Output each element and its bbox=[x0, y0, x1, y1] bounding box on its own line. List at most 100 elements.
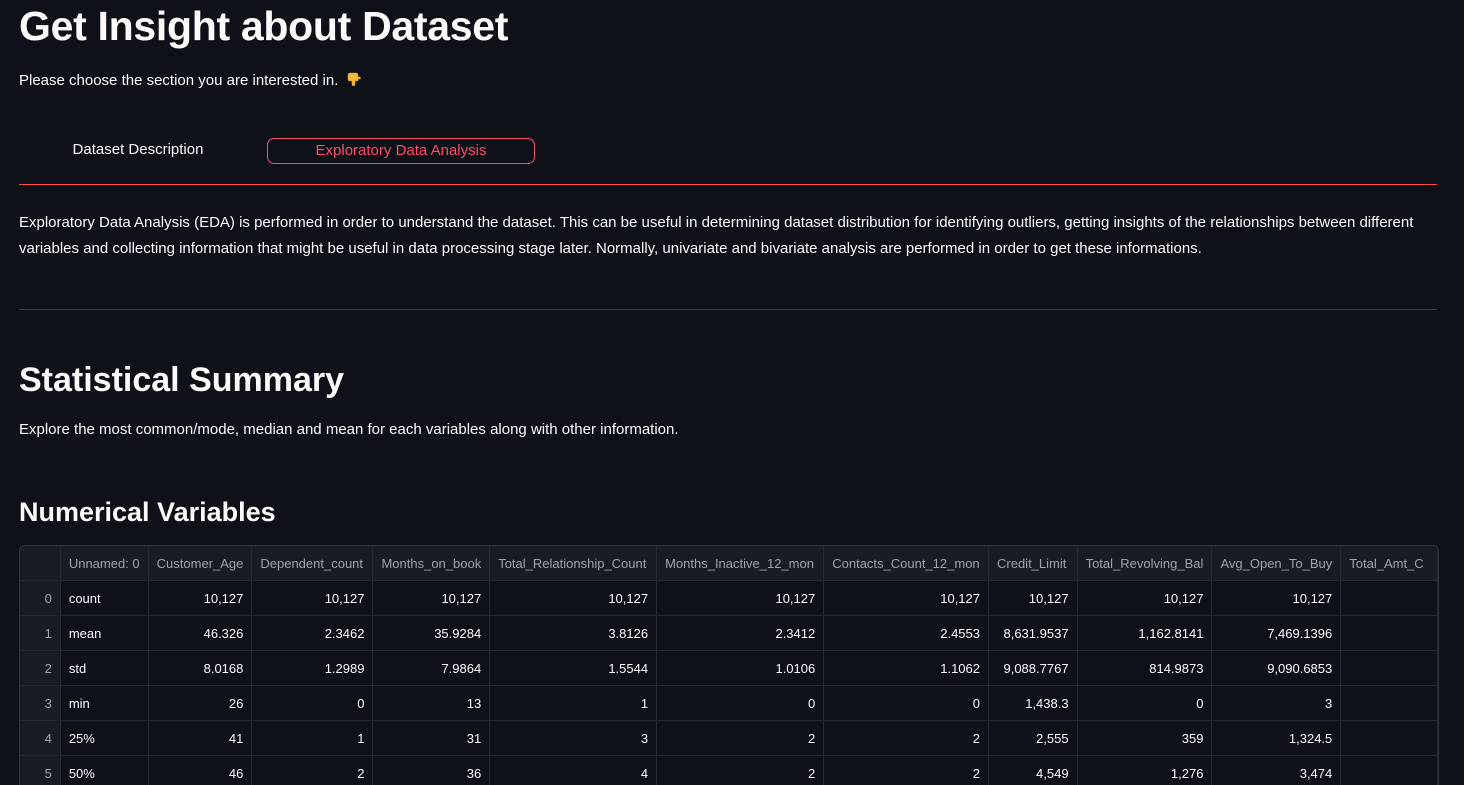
row-index: 0 bbox=[20, 580, 61, 616]
numerical-variables-heading: Numerical Variables bbox=[19, 497, 276, 527]
table-cell[interactable] bbox=[1340, 650, 1438, 686]
table-cell[interactable]: 10,127 bbox=[823, 580, 989, 616]
table-cell[interactable]: 1,438.3 bbox=[988, 685, 1078, 721]
table-cell[interactable]: 2 bbox=[656, 720, 825, 756]
table-row: 4 25% 41 1 31 3 2 2 2,555 359 1,324.5 bbox=[20, 720, 1438, 756]
stat-name-cell[interactable]: min bbox=[60, 685, 149, 721]
table-cell[interactable]: 10,127 bbox=[148, 580, 253, 616]
app-page: Get Insight about Dataset Please choose … bbox=[0, 0, 1464, 785]
table-cell[interactable]: 814.9873 bbox=[1077, 650, 1213, 686]
column-header[interactable]: Dependent_count bbox=[251, 546, 374, 581]
table-cell[interactable]: 10,127 bbox=[372, 580, 491, 616]
column-header[interactable]: Total_Amt_C bbox=[1340, 546, 1438, 581]
stat-name-cell[interactable]: std bbox=[60, 650, 149, 686]
table-row: 5 50% 46 2 36 4 2 2 4,549 1,276 3,474 bbox=[20, 755, 1438, 785]
tab-exploratory-data-analysis[interactable]: Exploratory Data Analysis bbox=[267, 138, 535, 164]
stat-name-cell[interactable]: 50% bbox=[60, 755, 149, 785]
table-cell[interactable]: 2 bbox=[656, 755, 825, 785]
table-cell[interactable]: 4 bbox=[489, 755, 658, 785]
column-header[interactable]: Total_Revolving_Bal bbox=[1077, 546, 1213, 581]
tab-dataset-description[interactable]: Dataset Description bbox=[69, 138, 207, 162]
table-cell[interactable] bbox=[1340, 615, 1438, 651]
table-cell[interactable]: 0 bbox=[251, 685, 374, 721]
table-cell[interactable]: 41 bbox=[148, 720, 253, 756]
table-cell[interactable]: 3 bbox=[1211, 685, 1342, 721]
table-cell[interactable]: 3 bbox=[489, 720, 658, 756]
column-header[interactable]: Credit_Limit bbox=[988, 546, 1078, 581]
table-cell[interactable] bbox=[1340, 580, 1438, 616]
stat-name-cell[interactable]: mean bbox=[60, 615, 149, 651]
table-row: 0 count 10,127 10,127 10,127 10,127 10,127 10,1… bbox=[20, 580, 1438, 616]
table-cell[interactable]: 1.0106 bbox=[656, 650, 825, 686]
table-cell[interactable]: 10,127 bbox=[1211, 580, 1342, 616]
tabs-underline bbox=[19, 184, 1437, 185]
row-index: 3 bbox=[20, 685, 61, 721]
column-header[interactable]: Months_on_book bbox=[372, 546, 491, 581]
statistical-summary-heading: Statistical Summary bbox=[19, 361, 345, 399]
table-cell[interactable]: 2.4553 bbox=[823, 615, 989, 651]
table-cell[interactable]: 1.2989 bbox=[251, 650, 374, 686]
table-row: 1 mean 46.326 2.3462 35.9284 3.8126 2.3412 2.45… bbox=[20, 615, 1438, 651]
table-cell[interactable]: 10,127 bbox=[489, 580, 658, 616]
table-cell[interactable]: 2,555 bbox=[988, 720, 1078, 756]
table-cell[interactable]: 2 bbox=[251, 755, 374, 785]
table-cell[interactable]: 1,162.8141 bbox=[1077, 615, 1213, 651]
table-cell[interactable]: 31 bbox=[372, 720, 491, 756]
table-cell[interactable]: 0 bbox=[1077, 685, 1213, 721]
table-cell[interactable]: 2.3462 bbox=[251, 615, 374, 651]
column-header[interactable]: Avg_Open_To_Buy bbox=[1211, 546, 1342, 581]
table-cell[interactable] bbox=[1340, 755, 1438, 785]
stat-name-cell[interactable]: 25% bbox=[60, 720, 149, 756]
table-row: 2 std 8.0168 1.2989 7.9864 1.5544 1.0106 1.1062… bbox=[20, 650, 1438, 686]
intro-text: Please choose the section you are intere… bbox=[19, 72, 361, 90]
table-cell[interactable]: 1 bbox=[251, 720, 374, 756]
table-cell[interactable]: 9,088.7767 bbox=[988, 650, 1078, 686]
table-cell[interactable]: 10,127 bbox=[656, 580, 825, 616]
table-cell[interactable]: 46 bbox=[148, 755, 253, 785]
column-header[interactable]: Unnamed: 0 bbox=[60, 546, 149, 581]
dataframe: Unnamed: 0 Customer_Age Dependent_count … bbox=[20, 546, 1438, 785]
table-cell[interactable]: 3.8126 bbox=[489, 615, 658, 651]
statistical-summary-description: Explore the most common/mode, median and… bbox=[19, 421, 679, 438]
table-cell[interactable]: 1.1062 bbox=[823, 650, 989, 686]
table-cell[interactable]: 10,127 bbox=[988, 580, 1078, 616]
table-cell[interactable] bbox=[1340, 685, 1438, 721]
row-index: 2 bbox=[20, 650, 61, 686]
table-cell[interactable] bbox=[1340, 720, 1438, 756]
table-cell[interactable]: 8.0168 bbox=[148, 650, 253, 686]
table-cell[interactable]: 46.326 bbox=[148, 615, 253, 651]
table-cell[interactable]: 26 bbox=[148, 685, 253, 721]
table-cell[interactable]: 2.3412 bbox=[656, 615, 825, 651]
column-header[interactable]: Customer_Age bbox=[148, 546, 253, 581]
table-cell[interactable]: 36 bbox=[372, 755, 491, 785]
page-title: Get Insight about Dataset bbox=[19, 3, 509, 49]
table-cell[interactable]: 1,276 bbox=[1077, 755, 1213, 785]
divider bbox=[19, 309, 1437, 310]
table-row: 3 min 26 0 13 1 0 0 1,438.3 0 3 bbox=[20, 685, 1438, 721]
stat-name-cell[interactable]: count bbox=[60, 580, 149, 616]
table-cell[interactable]: 8,631.9537 bbox=[988, 615, 1078, 651]
table-cell[interactable]: 359 bbox=[1077, 720, 1213, 756]
table-cell[interactable]: 4,549 bbox=[988, 755, 1078, 785]
table-cell[interactable]: 10,127 bbox=[1077, 580, 1213, 616]
table-cell[interactable]: 3,474 bbox=[1211, 755, 1342, 785]
column-header[interactable]: Contacts_Count_12_mon bbox=[823, 546, 989, 581]
numerical-summary-table[interactable]: Unnamed: 0 Customer_Age Dependent_count … bbox=[19, 545, 1439, 785]
table-cell[interactable]: 2 bbox=[823, 720, 989, 756]
table-cell[interactable]: 10,127 bbox=[251, 580, 374, 616]
table-cell[interactable]: 7,469.1396 bbox=[1211, 615, 1342, 651]
table-cell[interactable]: 1,324.5 bbox=[1211, 720, 1342, 756]
table-cell[interactable]: 9,090.6853 bbox=[1211, 650, 1342, 686]
table-cell[interactable]: 2 bbox=[823, 755, 989, 785]
column-header[interactable]: Total_Relationship_Count bbox=[489, 546, 658, 581]
table-cell[interactable]: 1.5544 bbox=[489, 650, 658, 686]
table-cell[interactable]: 1 bbox=[489, 685, 658, 721]
pointing-down-hand-icon bbox=[347, 72, 361, 86]
column-header[interactable]: Months_Inactive_12_mon bbox=[656, 546, 825, 581]
table-cell[interactable]: 0 bbox=[823, 685, 989, 721]
table-cell[interactable]: 0 bbox=[656, 685, 825, 721]
table-cell[interactable]: 7.9864 bbox=[372, 650, 491, 686]
row-index: 5 bbox=[20, 755, 61, 785]
table-cell[interactable]: 35.9284 bbox=[372, 615, 491, 651]
table-cell[interactable]: 13 bbox=[372, 685, 491, 721]
